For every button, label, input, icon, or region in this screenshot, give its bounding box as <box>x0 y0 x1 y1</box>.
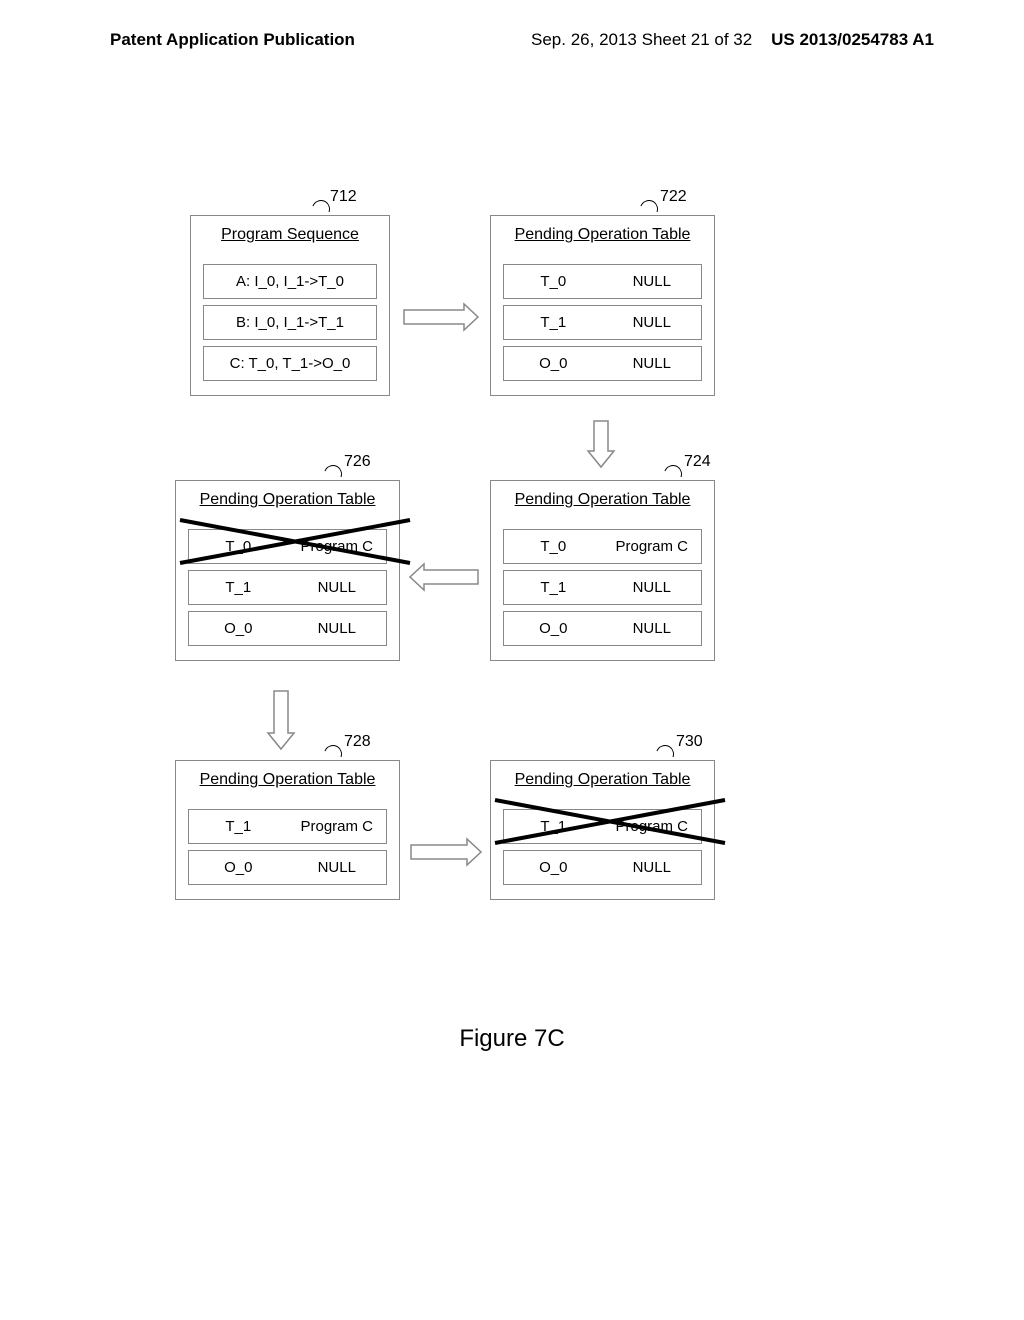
table-row: T_1 Program C <box>188 809 387 844</box>
pending-title-728: Pending Operation Table <box>176 761 399 803</box>
cell-val: NULL <box>603 851 702 884</box>
pending-title-730: Pending Operation Table <box>491 761 714 803</box>
cell-key: T_0 <box>504 265 603 298</box>
table-row: O_0 NULL <box>503 346 702 381</box>
table-row: O_0 NULL <box>503 611 702 646</box>
header-center: Sep. 26, 2013 Sheet 21 of 32 <box>531 30 752 49</box>
cell-val: NULL <box>603 265 702 298</box>
table-row: T_1 Program C <box>503 809 702 844</box>
table-row: T_1 NULL <box>188 570 387 605</box>
table-row: T_0 Program C <box>188 529 387 564</box>
cell-val: NULL <box>603 306 702 339</box>
pending-table-726: Pending Operation Table T_0 Program C T_… <box>175 480 400 661</box>
label-730: 730 <box>676 733 703 751</box>
table-row: O_0 NULL <box>188 850 387 885</box>
cell-val: NULL <box>603 612 702 645</box>
header-left: Patent Application Publication <box>110 30 355 50</box>
figure-caption: Figure 7C <box>0 1025 1024 1053</box>
cell-key: O_0 <box>504 347 603 380</box>
page-header: Patent Application Publication Sep. 26, … <box>0 0 1024 60</box>
cell-val: NULL <box>603 571 702 604</box>
cell-key: T_1 <box>189 810 288 843</box>
arrow-down-icon <box>264 685 298 755</box>
label-728: 728 <box>344 733 371 751</box>
label-712: 712 <box>330 188 357 206</box>
cell-val: NULL <box>288 851 387 884</box>
cell-val: NULL <box>603 347 702 380</box>
table-row: O_0 NULL <box>188 611 387 646</box>
pending-title-726: Pending Operation Table <box>176 481 399 523</box>
arrow-right-icon <box>398 300 482 334</box>
seq-row-b: B: I_0, I_1->T_1 <box>203 305 377 340</box>
pending-title-722: Pending Operation Table <box>491 216 714 258</box>
cell-val: NULL <box>288 571 387 604</box>
cell-key: O_0 <box>504 851 603 884</box>
cell-key: T_1 <box>504 571 603 604</box>
cell-val: Program C <box>603 530 702 563</box>
pending-table-730: Pending Operation Table T_1 Program C O_… <box>490 760 715 900</box>
cell-val: Program C <box>288 530 387 563</box>
label-722: 722 <box>660 188 687 206</box>
cell-val: Program C <box>288 810 387 843</box>
cell-key: T_0 <box>189 530 288 563</box>
arrow-down-icon <box>584 415 618 473</box>
cell-key: O_0 <box>189 851 288 884</box>
cell-key: O_0 <box>189 612 288 645</box>
pending-table-728: Pending Operation Table T_1 Program C O_… <box>175 760 400 900</box>
cell-key: T_1 <box>189 571 288 604</box>
cell-val: Program C <box>603 810 702 843</box>
pending-title-724: Pending Operation Table <box>491 481 714 523</box>
cell-key: T_1 <box>504 306 603 339</box>
pending-table-722: Pending Operation Table T_0 NULL T_1 NUL… <box>490 215 715 396</box>
diagram-canvas: Program Sequence A: I_0, I_1->T_0 B: I_0… <box>0 60 1024 1300</box>
seq-row-c: C: T_0, T_1->O_0 <box>203 346 377 381</box>
cell-val: NULL <box>288 612 387 645</box>
program-sequence-title: Program Sequence <box>191 216 389 258</box>
label-724: 724 <box>684 453 711 471</box>
arrow-right-icon <box>405 835 485 869</box>
table-row: T_1 NULL <box>503 570 702 605</box>
seq-row-a: A: I_0, I_1->T_0 <box>203 264 377 299</box>
table-row: T_1 NULL <box>503 305 702 340</box>
pending-table-724: Pending Operation Table T_0 Program C T_… <box>490 480 715 661</box>
table-row: T_0 Program C <box>503 529 702 564</box>
arrow-left-icon <box>408 560 484 594</box>
cell-key: T_1 <box>504 810 603 843</box>
table-row: O_0 NULL <box>503 850 702 885</box>
cell-key: T_0 <box>504 530 603 563</box>
header-pubnum: US 2013/0254783 A1 <box>771 30 934 49</box>
program-sequence-box: Program Sequence A: I_0, I_1->T_0 B: I_0… <box>190 215 390 396</box>
label-726: 726 <box>344 453 371 471</box>
table-row: T_0 NULL <box>503 264 702 299</box>
cell-key: O_0 <box>504 612 603 645</box>
